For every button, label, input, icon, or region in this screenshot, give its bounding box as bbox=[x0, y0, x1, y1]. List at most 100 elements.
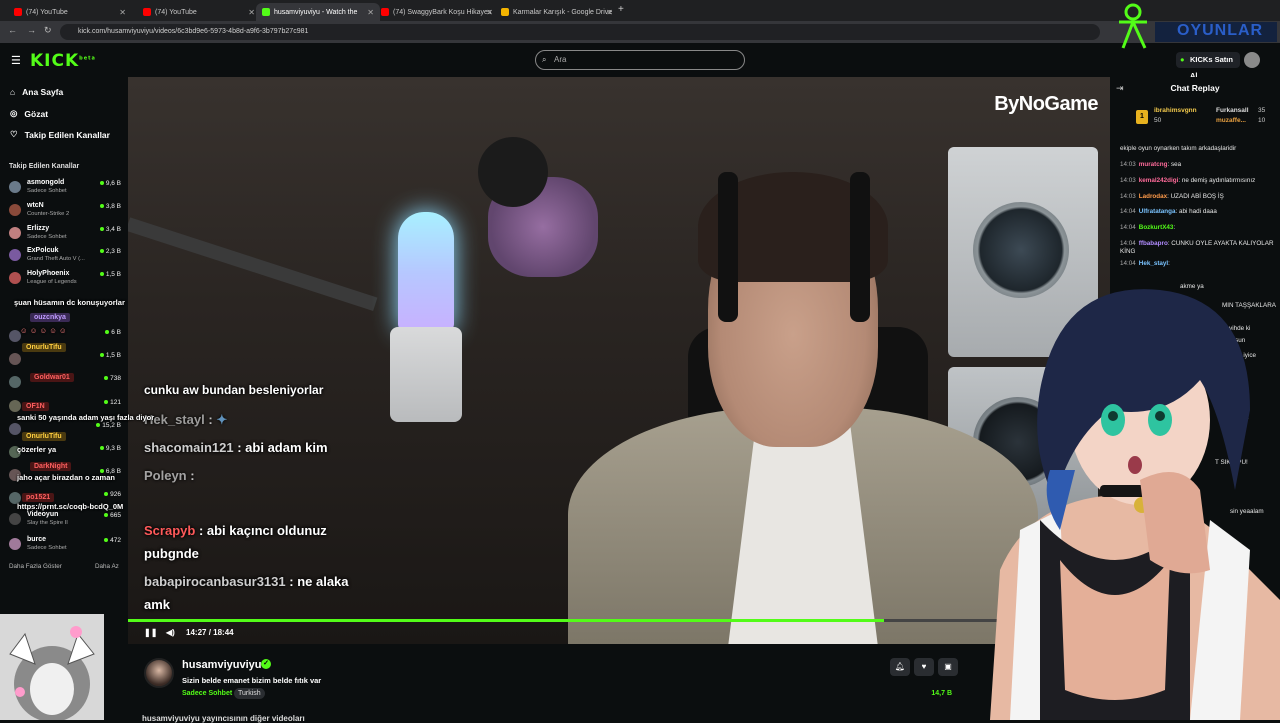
chat-username[interactable]: ffbabapro bbox=[1139, 240, 1168, 247]
chat-username[interactable]: kemal242digi bbox=[1139, 177, 1179, 184]
browser-tab[interactable]: (74) YouTube ✕ bbox=[137, 3, 261, 21]
close-icon[interactable]: ✕ bbox=[367, 8, 374, 17]
followed-channel[interactable]: asmongold Sadece Sohbet 9,6 B bbox=[9, 177, 121, 197]
close-icon[interactable]: ✕ bbox=[248, 8, 255, 17]
plush-toy bbox=[478, 137, 548, 207]
kick-logo[interactable]: KICKbeta bbox=[30, 51, 96, 71]
streamer-avatar[interactable] bbox=[144, 658, 174, 688]
viewer-count: 9,6 B bbox=[99, 180, 121, 187]
overlay-user: OnurluTifu bbox=[22, 343, 66, 352]
chat-message: 14:03 kemal242digi: ne demiş aydınlatırmı… bbox=[1120, 177, 1278, 185]
leader-value: 35 bbox=[1258, 107, 1266, 114]
channel-name: HolyPhoenix bbox=[27, 270, 70, 277]
new-tab-button[interactable]: + bbox=[618, 4, 624, 15]
heart-follow-button[interactable]: ♥ bbox=[914, 658, 934, 676]
bell-icon[interactable]: 🔔︎ bbox=[890, 658, 910, 676]
close-icon[interactable]: ✕ bbox=[119, 8, 126, 17]
chat-text: : ne demiş aydınlatırmısınız bbox=[1178, 177, 1256, 184]
reload-icon[interactable]: ↻ bbox=[44, 25, 52, 36]
overlay-chat-line: Hek_stayl : ✦ bbox=[144, 412, 228, 427]
tab-label: Karmalar Karışık - Google Drive bbox=[513, 8, 613, 16]
channel-name: asmongold bbox=[27, 179, 65, 186]
gift-leaderboard: 1 ibrahimsvgnn 50 Furkansall 35 muzaffe.… bbox=[1120, 103, 1276, 131]
overlay-chat-line: amk bbox=[144, 597, 171, 612]
chat-username[interactable]: Hek_stayl bbox=[1139, 260, 1168, 267]
back-icon[interactable]: ← bbox=[8, 25, 17, 35]
category-link[interactable]: Sadece Sohbet bbox=[182, 690, 232, 697]
channel-avatar bbox=[9, 204, 21, 216]
chat-timestamp: 14:03 bbox=[1120, 161, 1136, 168]
browser-tab-bar: (74) YouTube ✕ (74) YouTube ✕ husamviyuviy… bbox=[0, 0, 1280, 21]
buy-kicks-button[interactable]: ● KICKs Satın Al bbox=[1176, 52, 1240, 80]
channel-category: Sadece Sohbet bbox=[27, 188, 67, 194]
browser-tab-active[interactable]: husamviyuviyu - Watch the ✕ bbox=[256, 3, 380, 21]
url-field[interactable]: kick.com/husamviyuviyu/videos/6c3bd9e6-5… bbox=[60, 24, 1100, 40]
overlay-chat-line: shacomain121 : abi adam kim bbox=[144, 440, 328, 455]
chat-message: 14:03 muratcng: sea bbox=[1120, 161, 1278, 169]
channel-category: Sadece Sohbet bbox=[27, 234, 67, 240]
followed-channel[interactable]: ExPolcuk Grand Theft Auto V (... 2,3 B bbox=[9, 245, 121, 265]
leader-user: ibrahimsvgnn bbox=[1154, 107, 1197, 114]
search-input[interactable]: ⌕ Ara bbox=[535, 50, 745, 70]
volume-icon[interactable]: ◀) bbox=[166, 628, 175, 637]
overlay-chat-line: cunku aw bundan besleniyorlar bbox=[144, 383, 324, 397]
chat-title: Chat Replay bbox=[1170, 83, 1220, 93]
chat-message: 14:04 ffbabapro: CUNKU OYLE AYAKTA KALIYO… bbox=[1120, 240, 1278, 256]
nav-browse[interactable]: ◎ Gözat bbox=[10, 108, 48, 119]
leader-user: Furkansall bbox=[1216, 107, 1249, 114]
channel-category: Counter-Strike 2 bbox=[27, 211, 70, 217]
overlay-user: DarkNight bbox=[30, 462, 72, 471]
chat-username[interactable]: BozkurtX43 bbox=[1139, 224, 1174, 231]
microphone-mount bbox=[390, 327, 462, 422]
headphone-right bbox=[850, 172, 870, 322]
nav-home[interactable]: ⌂ Ana Sayfa bbox=[10, 87, 63, 97]
menu-icon[interactable]: ☰ bbox=[11, 54, 21, 67]
chat-username[interactable]: Ladrodax bbox=[1139, 193, 1167, 200]
overlay-msg: çözerler ya bbox=[17, 445, 57, 454]
followed-channel[interactable]: Erlizzy Sadece Sohbet 3,4 B bbox=[9, 223, 121, 243]
nav-following[interactable]: ♡ Takip Edilen Kanallar bbox=[10, 129, 110, 140]
browser-tab[interactable]: Karmalar Karışık - Google Drive ✕ bbox=[495, 3, 619, 21]
channel-name: ExPolcuk bbox=[27, 247, 59, 254]
tab-label: (74) YouTube bbox=[155, 8, 197, 16]
show-more-link[interactable]: Daha Fazla Göster bbox=[9, 563, 62, 570]
streamer-name[interactable]: husamviyuviyu bbox=[182, 659, 261, 671]
stream-title: Sizin belde emanet bizim belde fıtık var bbox=[182, 676, 322, 685]
browser-tab[interactable]: (74) SwaggyBark Koşu Hikayes ✕ bbox=[375, 3, 499, 21]
chat-message: ekiple oyun oynarken takım arkadaşlaridi… bbox=[1120, 145, 1278, 153]
leader-user: muzaffe... bbox=[1216, 117, 1246, 124]
pause-icon[interactable]: ❚❚ bbox=[144, 628, 157, 637]
channel-avatar bbox=[9, 227, 21, 239]
nav-label: Gözat bbox=[24, 108, 49, 119]
tab-label: (74) SwaggyBark Koşu Hikayes bbox=[393, 8, 492, 16]
leader-value: 50 bbox=[1154, 117, 1162, 124]
followed-channel[interactable]: wtcN Counter-Strike 2 3,8 B bbox=[9, 200, 121, 220]
youtube-icon bbox=[381, 8, 389, 16]
show-less-link[interactable]: Daha Az bbox=[95, 563, 119, 570]
mic-arm bbox=[128, 217, 378, 312]
chat-text: : bbox=[1168, 260, 1170, 267]
chat-text: : abi hadi daaa bbox=[1175, 208, 1217, 215]
overlay-msg: jaho açar birazdan o zaman bbox=[17, 473, 115, 482]
view-count: 14,7 B bbox=[931, 690, 952, 697]
nav-label: Takip Edilen Kanallar bbox=[24, 129, 110, 140]
chat-username[interactable]: muratcng bbox=[1139, 161, 1168, 168]
close-icon[interactable]: ✕ bbox=[486, 8, 493, 17]
chat-timestamp: 14:04 bbox=[1120, 224, 1136, 231]
followed-channel[interactable]: burce Sadece Sohbet 472 bbox=[9, 534, 121, 554]
user-avatar[interactable] bbox=[1244, 52, 1260, 68]
language-tag[interactable]: Turkish bbox=[234, 688, 265, 699]
channel-category: Slay the Spire II bbox=[27, 520, 68, 526]
chat-timestamp: 14:03 bbox=[1120, 193, 1136, 200]
browser-tab[interactable]: (74) YouTube ✕ bbox=[8, 3, 132, 21]
live-dot-icon bbox=[104, 538, 109, 542]
forward-icon[interactable]: → bbox=[27, 25, 36, 35]
sidebar-overlay-chat: şuan hüsamın dc konuşuyorlar ouzcnkya ☺ … bbox=[0, 290, 154, 520]
followed-channel[interactable]: HolyPhoenix League of Legends 1,5 B bbox=[9, 268, 121, 288]
kicks-coin-icon: ● bbox=[1180, 55, 1185, 64]
live-dot-icon bbox=[99, 272, 104, 276]
url-text: kick.com/husamviyuviyu/videos/6c3bd9e6-5… bbox=[78, 28, 309, 35]
chat-text: : UZADI ABİ BOŞ İŞ bbox=[1167, 193, 1224, 200]
chat-username[interactable]: Ulfratatanga bbox=[1139, 208, 1176, 215]
close-icon[interactable]: ✕ bbox=[606, 8, 613, 17]
